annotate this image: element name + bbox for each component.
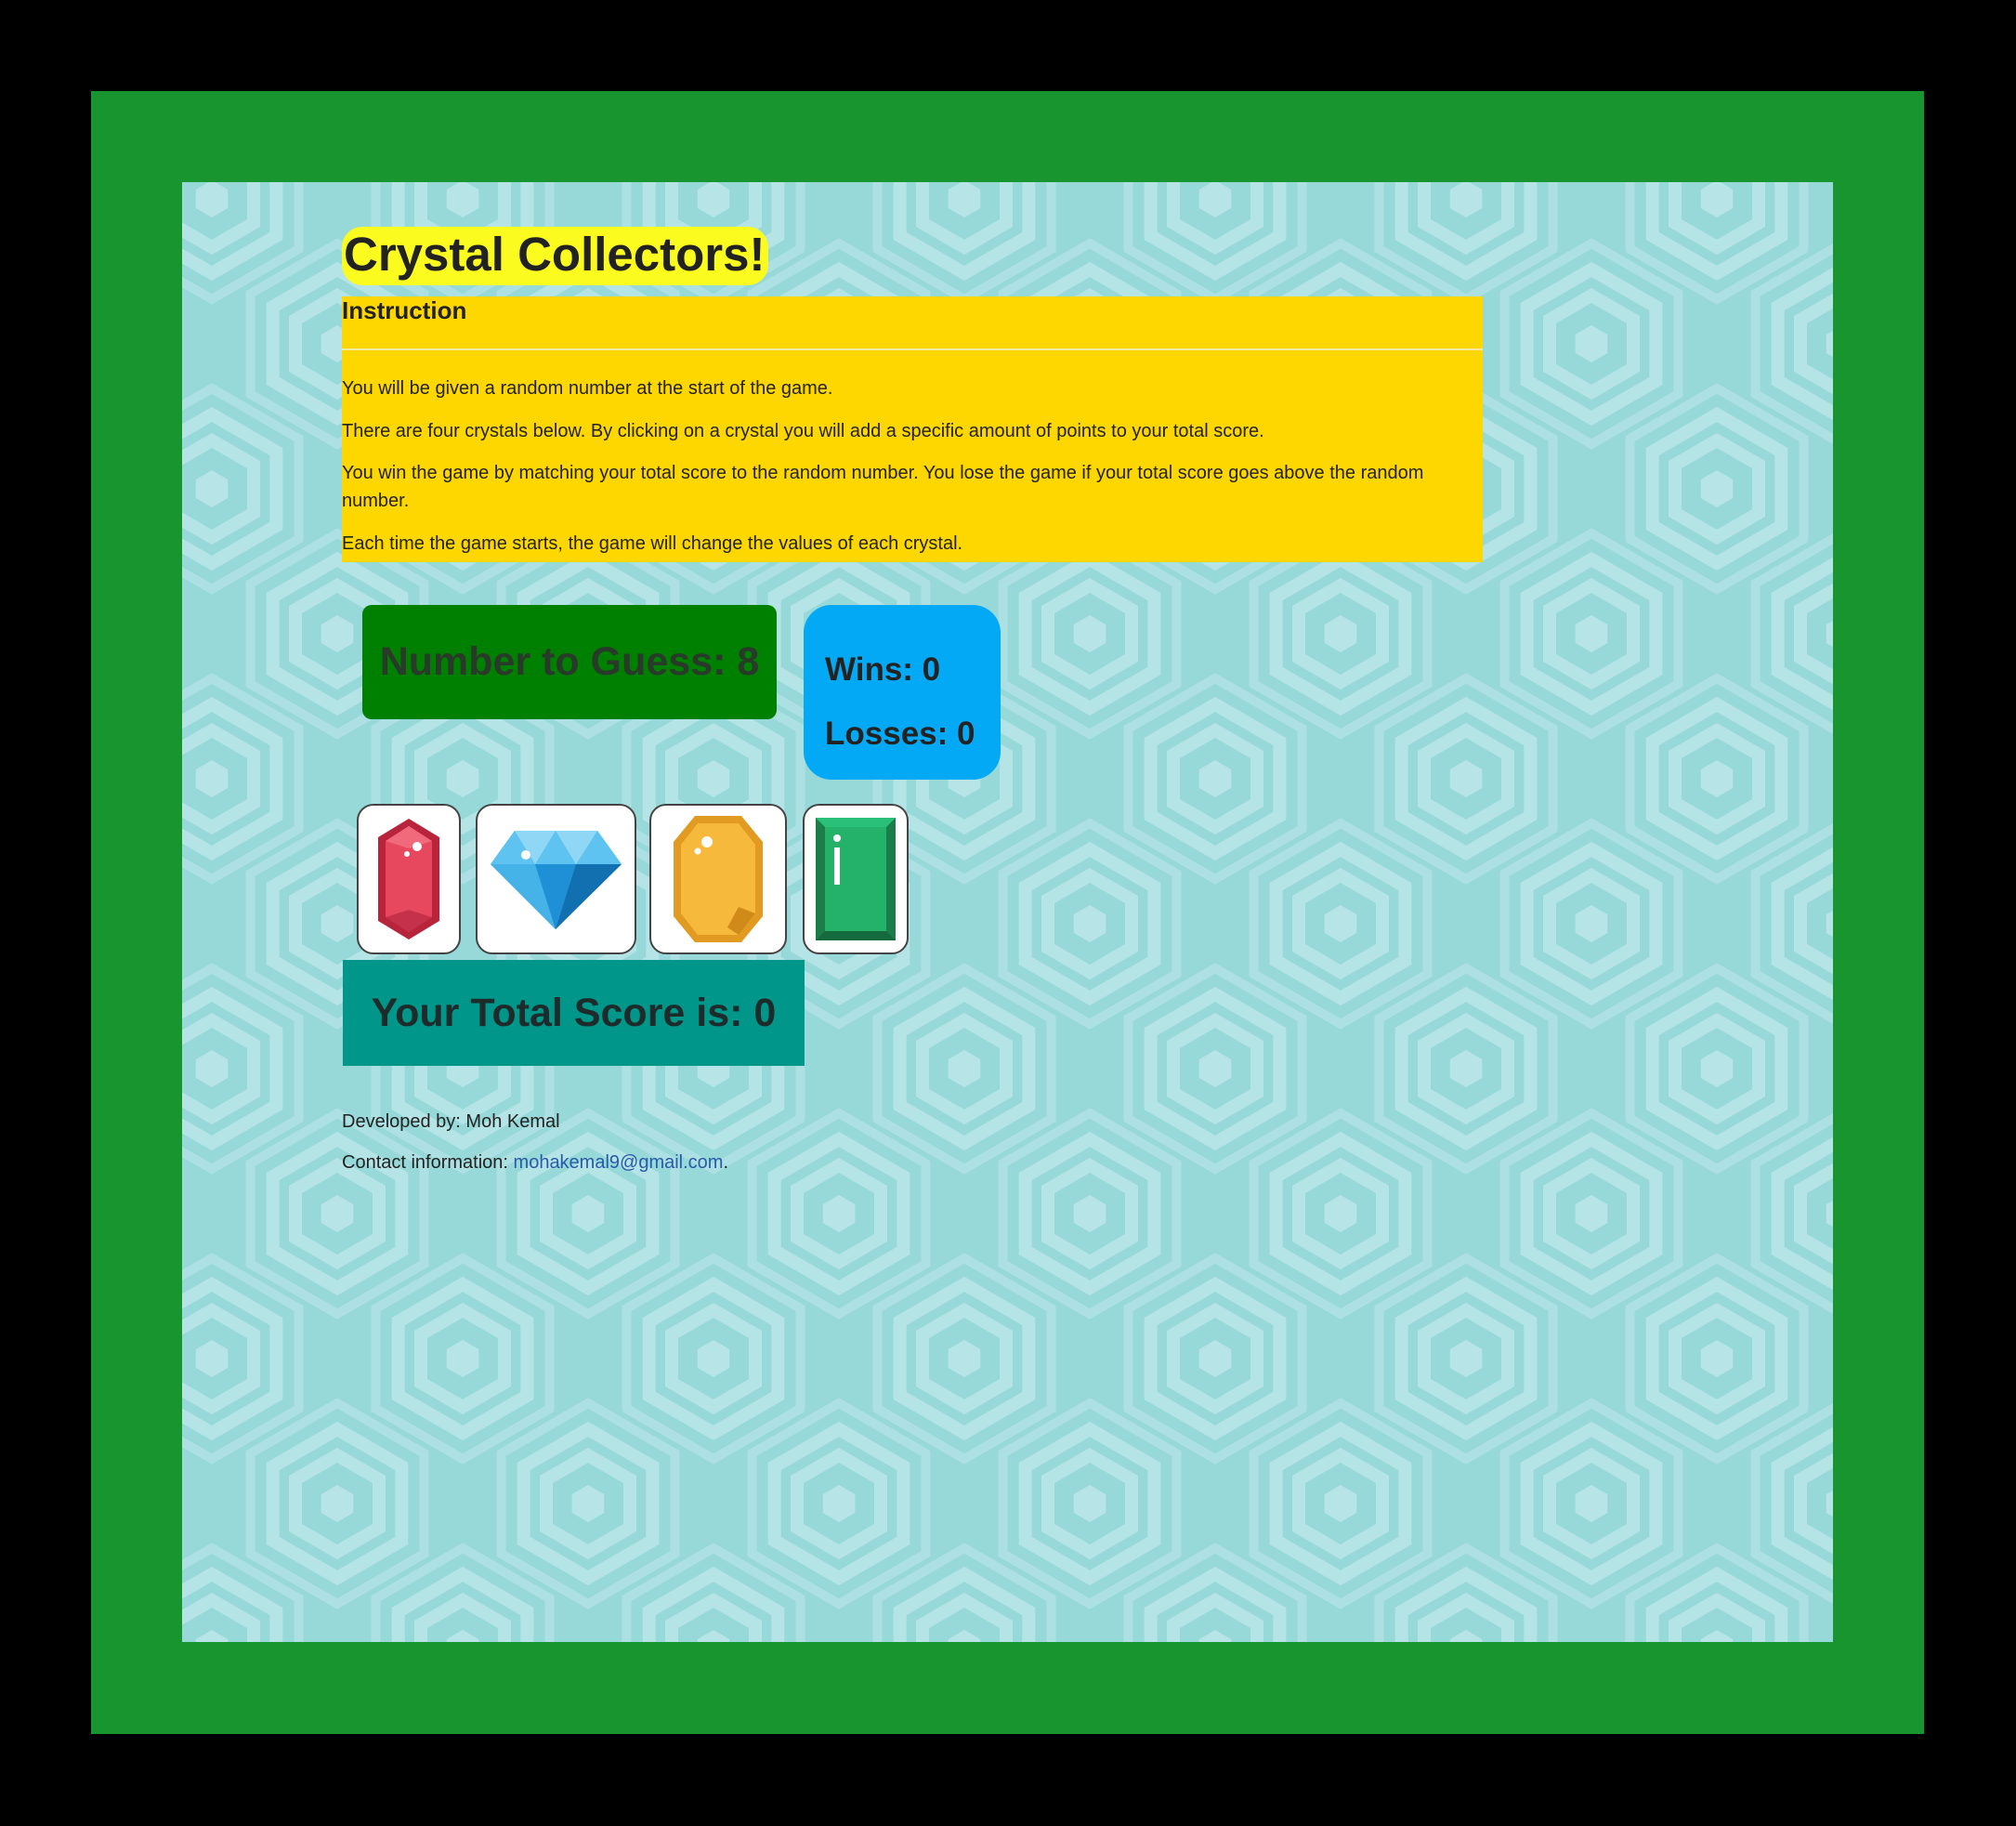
number-to-guess: Number to Guess: 8 [362,605,777,719]
instruction-line-1: You will be given a random number at the… [342,378,833,399]
instructions-panel: Instruction You will be given a random n… [342,296,1483,562]
email-link[interactable]: mohakemal9@gmail.com [514,1152,724,1173]
total-score: Your Total Score is: 0 [343,960,805,1066]
play-area: Crystal Collectors! Instruction You will… [182,182,1833,1642]
blue-diamond-icon [491,831,622,929]
instruction-line-2: There are four crystals below. By clicki… [342,421,1264,441]
instruction-line-3: You win the game by matching your total … [342,463,1424,511]
contact-label: Contact information: [342,1152,514,1173]
page-title: Crystal Collectors! [342,227,769,285]
instructions-divider [342,348,1483,350]
number-to-guess-label: Number to Guess: 8 [379,639,760,684]
red-gem-icon [378,819,439,939]
contact-suffix: . [723,1152,729,1173]
game-frame: Crystal Collectors! Instruction You will… [91,91,1924,1734]
yellow-gem-icon [674,816,763,942]
contact-info: Contact information: mohakemal9@gmail.co… [342,1150,728,1175]
stats-panel: Wins: 0 Losses: 0 [804,605,1001,780]
crystal-button-blue[interactable] [476,804,636,954]
developer-credit: Developed by: Moh Kemal [342,1111,560,1132]
total-score-label: Your Total Score is: 0 [371,990,777,1035]
crystal-button-red[interactable] [357,804,461,954]
crystal-button-green[interactable] [803,804,909,954]
losses-count: Losses: 0 [825,716,975,752]
crystal-button-yellow[interactable] [649,804,787,954]
wins-count: Wins: 0 [825,651,941,688]
green-emerald-icon [816,818,896,940]
instructions-heading: Instruction [342,296,467,324]
instruction-line-4: Each time the game starts, the game will… [342,533,963,554]
